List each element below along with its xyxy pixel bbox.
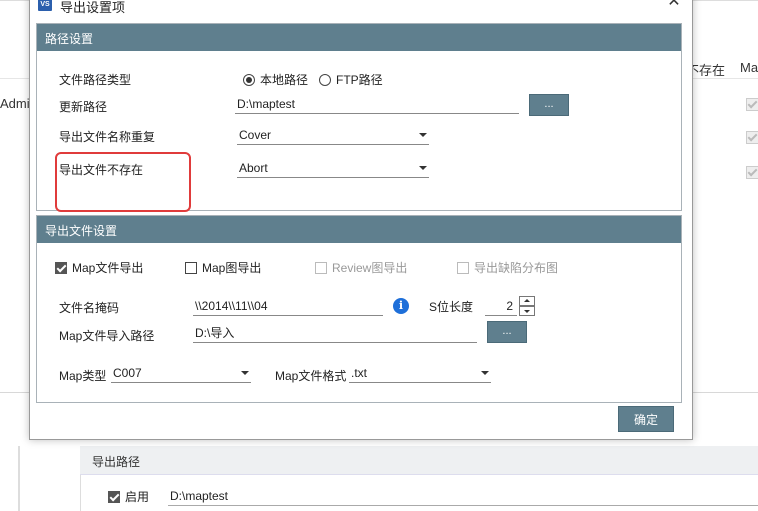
- bg-lower-left-border: [18, 446, 20, 511]
- chevron-down-icon: [481, 371, 489, 375]
- defect-map-export-checkbox[interactable]: 导出缺陷分布图: [457, 259, 558, 276]
- map-type-select[interactable]: C007: [111, 365, 251, 383]
- bg-enable-checkbox[interactable]: 启用: [108, 488, 149, 505]
- close-icon[interactable]: ✕: [662, 0, 686, 11]
- info-icon[interactable]: i: [393, 298, 409, 314]
- review-image-export-label: Review图导出: [332, 261, 408, 275]
- s-length-value[interactable]: 2: [485, 296, 517, 316]
- map-file-export-checkbox[interactable]: Map文件导出: [55, 259, 143, 276]
- map-file-export-label: Map文件导出: [72, 261, 144, 275]
- checkbox-unchecked-icon: [457, 261, 469, 274]
- bg-export-path-title: 导出路径: [92, 455, 141, 469]
- checkbox-checked-icon: [55, 261, 67, 274]
- radio-local-path[interactable]: 本地路径: [243, 71, 308, 88]
- map-format-label: Map文件格式: [275, 369, 347, 383]
- radio-ftp-path[interactable]: FTP路径: [319, 71, 383, 88]
- filename-mask-input[interactable]: \\2014\\11\\04: [193, 298, 383, 316]
- radio-ftp-label: FTP路径: [336, 73, 383, 87]
- ok-button[interactable]: 确定: [618, 406, 674, 432]
- radio-selected-icon: [243, 73, 255, 86]
- filename-mask-label: 文件名掩码: [59, 301, 120, 315]
- s-length-label: S位长度: [429, 300, 474, 314]
- export-file-settings-group: 导出文件设置 Map文件导出 Map图导出 Review图导出 导出缺陷分布图 …: [36, 215, 682, 403]
- map-import-path-input[interactable]: D:\导入: [193, 325, 477, 343]
- duplicate-name-select[interactable]: Cover: [237, 127, 429, 145]
- not-exist-value: Abort: [239, 161, 268, 175]
- defect-map-export-label: 导出缺陷分布图: [474, 261, 559, 275]
- update-path-input[interactable]: D:\maptest: [235, 96, 519, 114]
- chevron-down-icon: [241, 371, 249, 375]
- not-exist-label: 导出文件不存在: [59, 163, 144, 177]
- bg-path-underline: [168, 505, 758, 506]
- map-type-label: Map类型: [59, 369, 107, 383]
- stepper-up-icon[interactable]: [519, 296, 535, 306]
- export-settings-dialog: VS 导出设置项 ✕ 路径设置 文件路径类型 本地路径 FTP路径 更新路径 D…: [29, 0, 693, 440]
- map-format-select[interactable]: .txt: [349, 365, 491, 383]
- export-file-settings-title: 导出文件设置: [45, 224, 118, 238]
- map-image-export-label: Map图导出: [202, 261, 262, 275]
- stepper-down-icon[interactable]: [519, 306, 535, 316]
- dialog-titlebar[interactable]: VS 导出设置项 ✕: [30, 0, 692, 15]
- duplicate-name-label: 导出文件名称重复: [59, 130, 156, 144]
- bg-admin-cell: Admi: [0, 96, 30, 111]
- checkbox-unchecked-icon: [315, 261, 327, 274]
- path-type-label: 文件路径类型: [59, 73, 132, 87]
- path-settings-title: 路径设置: [45, 32, 94, 46]
- dialog-title: 导出设置项: [60, 0, 126, 15]
- review-image-export-checkbox[interactable]: Review图导出: [315, 259, 407, 276]
- bg-row-checkbox[interactable]: [746, 98, 758, 111]
- path-settings-header: 路径设置: [37, 24, 681, 51]
- update-path-browse-button[interactable]: ...: [529, 94, 569, 116]
- checkbox-checked-icon: [108, 490, 120, 503]
- chevron-down-icon: [419, 133, 427, 137]
- map-image-export-checkbox[interactable]: Map图导出: [185, 259, 261, 276]
- bg-enable-label: 启用: [125, 490, 150, 504]
- checkbox-unchecked-icon: [185, 261, 197, 274]
- update-path-label: 更新路径: [59, 100, 108, 114]
- bg-column-header-ma: Ma: [740, 60, 758, 75]
- map-type-value: C007: [113, 366, 142, 380]
- bg-export-path-header: 导出路径: [80, 446, 758, 475]
- radio-unselected-icon: [319, 73, 331, 86]
- bg-export-path-value[interactable]: D:\maptest: [170, 489, 228, 503]
- map-import-path-label: Map文件导入路径: [59, 329, 155, 343]
- app-icon: VS: [38, 0, 52, 11]
- path-settings-group: 路径设置 文件路径类型 本地路径 FTP路径 更新路径 D:\maptest .…: [36, 23, 682, 211]
- duplicate-name-value: Cover: [239, 128, 272, 142]
- export-file-settings-header: 导出文件设置: [37, 216, 681, 243]
- bg-row-checkbox[interactable]: [746, 166, 758, 179]
- chevron-down-icon: [419, 166, 427, 170]
- s-length-stepper[interactable]: 2: [485, 296, 535, 316]
- map-format-value: .txt: [351, 366, 368, 380]
- bg-row-checkbox[interactable]: [746, 131, 758, 144]
- radio-local-label: 本地路径: [260, 73, 309, 87]
- not-exist-select[interactable]: Abort: [237, 160, 429, 178]
- map-import-browse-button[interactable]: ...: [487, 321, 527, 343]
